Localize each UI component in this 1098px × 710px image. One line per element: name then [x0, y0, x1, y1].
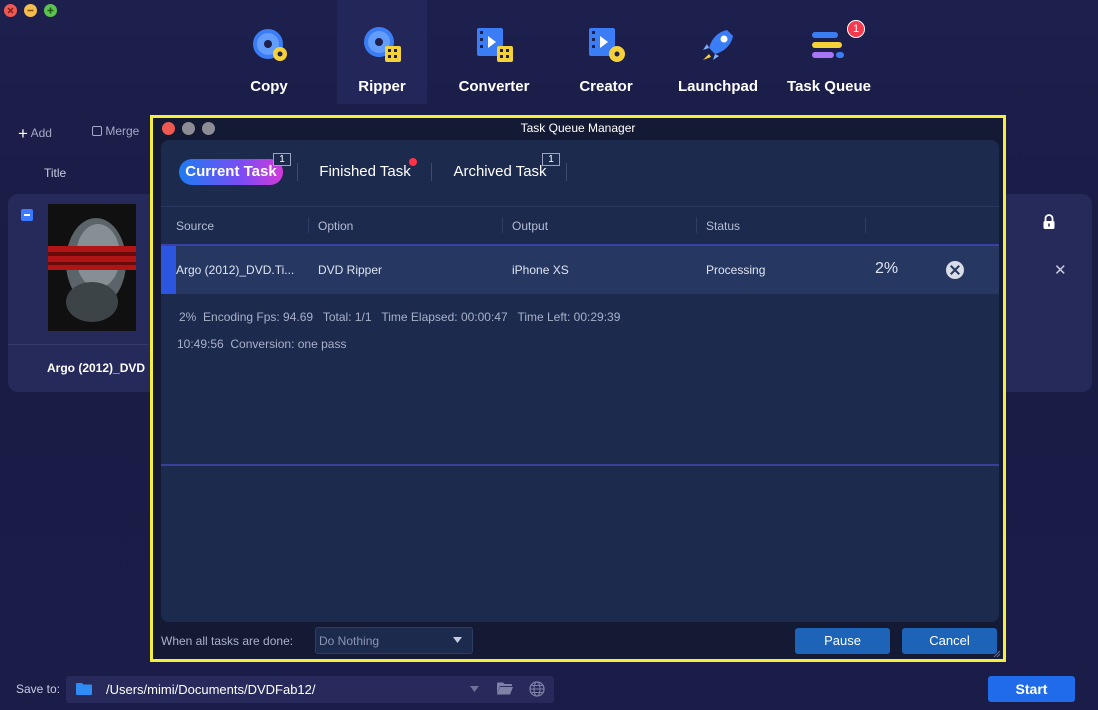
column-source: Source [176, 219, 215, 233]
plus-icon [47, 7, 54, 14]
when-done-value: Do Nothing [319, 634, 380, 648]
column-separator [502, 217, 503, 233]
column-title-header: Title [44, 166, 67, 180]
nav-task-queue-label: Task Queue [787, 78, 871, 95]
top-navigation: Copy Ripper Converter Creator Launchpad … [214, 0, 886, 112]
row-status: Processing [706, 263, 766, 277]
nav-converter[interactable]: Converter [449, 0, 539, 104]
merge-label: Merge [105, 124, 140, 138]
start-button[interactable]: Start [988, 676, 1075, 702]
task-queue-icon [812, 32, 844, 58]
nav-ripper-label: Ripper [358, 78, 406, 95]
dialog-title: Task Queue Manager [520, 121, 636, 135]
row-percent: 2% [875, 260, 899, 277]
movie-poster [48, 204, 136, 331]
chevron-down-icon [453, 637, 462, 643]
card-divider [8, 344, 148, 345]
row-source: Argo (2012)_DVD.Ti... [176, 263, 295, 277]
merge-icon [92, 126, 102, 136]
column-output: Output [512, 219, 549, 233]
archived-task-count: 1 [542, 153, 560, 166]
header-divider [161, 206, 999, 207]
copy-disc-icon [253, 29, 287, 61]
resize-grip-icon[interactable] [993, 650, 1001, 658]
chevron-down-icon[interactable] [470, 686, 479, 692]
column-separator [865, 217, 866, 233]
cancel-button[interactable]: Cancel [902, 628, 997, 654]
add-label: Add [30, 126, 52, 140]
open-folder-icon[interactable] [497, 682, 513, 695]
tab-finished-task[interactable]: Finished Task [311, 159, 419, 185]
remove-title-icon[interactable]: ✕ [1054, 261, 1067, 279]
column-separator [308, 217, 309, 233]
minimize-icon [27, 9, 34, 12]
rocket-icon [703, 30, 733, 60]
nav-copy[interactable]: Copy [224, 0, 314, 104]
finished-task-dot [409, 158, 417, 166]
task-queue-badge: 1 [847, 20, 865, 38]
task-panel: Current Task 1 Finished Task Archived Ta… [161, 140, 999, 622]
converter-film-icon [477, 28, 513, 62]
title-name: Argo (2012)_DVD [47, 361, 146, 375]
close-icon [7, 7, 14, 14]
creator-film-icon [589, 28, 625, 62]
globe-icon[interactable] [529, 681, 545, 697]
nav-launchpad[interactable]: Launchpad [673, 0, 763, 104]
collapse-checkbox[interactable] [21, 209, 33, 221]
tab-archived-task[interactable]: Archived Task [445, 159, 555, 185]
nav-creator-label: Creator [579, 78, 633, 95]
nav-converter-label: Converter [458, 78, 530, 95]
merge-button[interactable]: Merge [92, 124, 139, 138]
column-separator [696, 217, 697, 233]
progress-detail-line: 2% Encoding Fps: 94.69 Total: 1/1 Time E… [179, 310, 621, 324]
row-output: iPhone XS [512, 263, 569, 277]
lock-icon[interactable] [1042, 214, 1056, 230]
task-queue-manager-dialog: Task Queue Manager Current Task 1 Finish… [150, 115, 1006, 662]
plus-icon: + [18, 124, 28, 143]
log-area [161, 466, 999, 622]
tab-separator [297, 163, 298, 181]
save-path-value: /Users/mimi/Documents/DVDFab12/ [106, 682, 316, 697]
zoom-window-button[interactable] [44, 4, 57, 17]
minimize-window-button[interactable] [24, 4, 37, 17]
nav-task-queue[interactable]: Task Queue [784, 0, 874, 104]
tab-current-task[interactable]: Current Task [179, 159, 283, 185]
nav-launchpad-label: Launchpad [677, 78, 758, 95]
cancel-task-icon[interactable] [946, 261, 964, 279]
pause-button[interactable]: Pause [795, 628, 890, 654]
add-button[interactable]: + Add [18, 124, 52, 144]
nav-ripper[interactable]: Ripper [337, 0, 427, 104]
when-done-label: When all tasks are done: [161, 634, 294, 648]
row-selection-indicator [161, 246, 176, 294]
nav-copy-label: Copy [250, 78, 288, 95]
table-row[interactable]: Argo (2012)_DVD.Ti... DVD Ripper iPhone … [161, 246, 999, 294]
column-option: Option [318, 219, 354, 233]
column-status: Status [706, 219, 741, 233]
tab-separator [431, 163, 432, 181]
nav-creator[interactable]: Creator [561, 0, 651, 104]
tab-separator [566, 163, 567, 181]
current-task-count: 1 [273, 153, 291, 166]
save-to-label: Save to: [16, 682, 61, 696]
ripper-disc-icon [364, 27, 401, 62]
close-window-button[interactable] [4, 4, 17, 17]
conversion-detail-line: 10:49:56 Conversion: one pass [177, 337, 347, 351]
folder-icon [76, 683, 92, 695]
row-option: DVD Ripper [318, 263, 383, 277]
